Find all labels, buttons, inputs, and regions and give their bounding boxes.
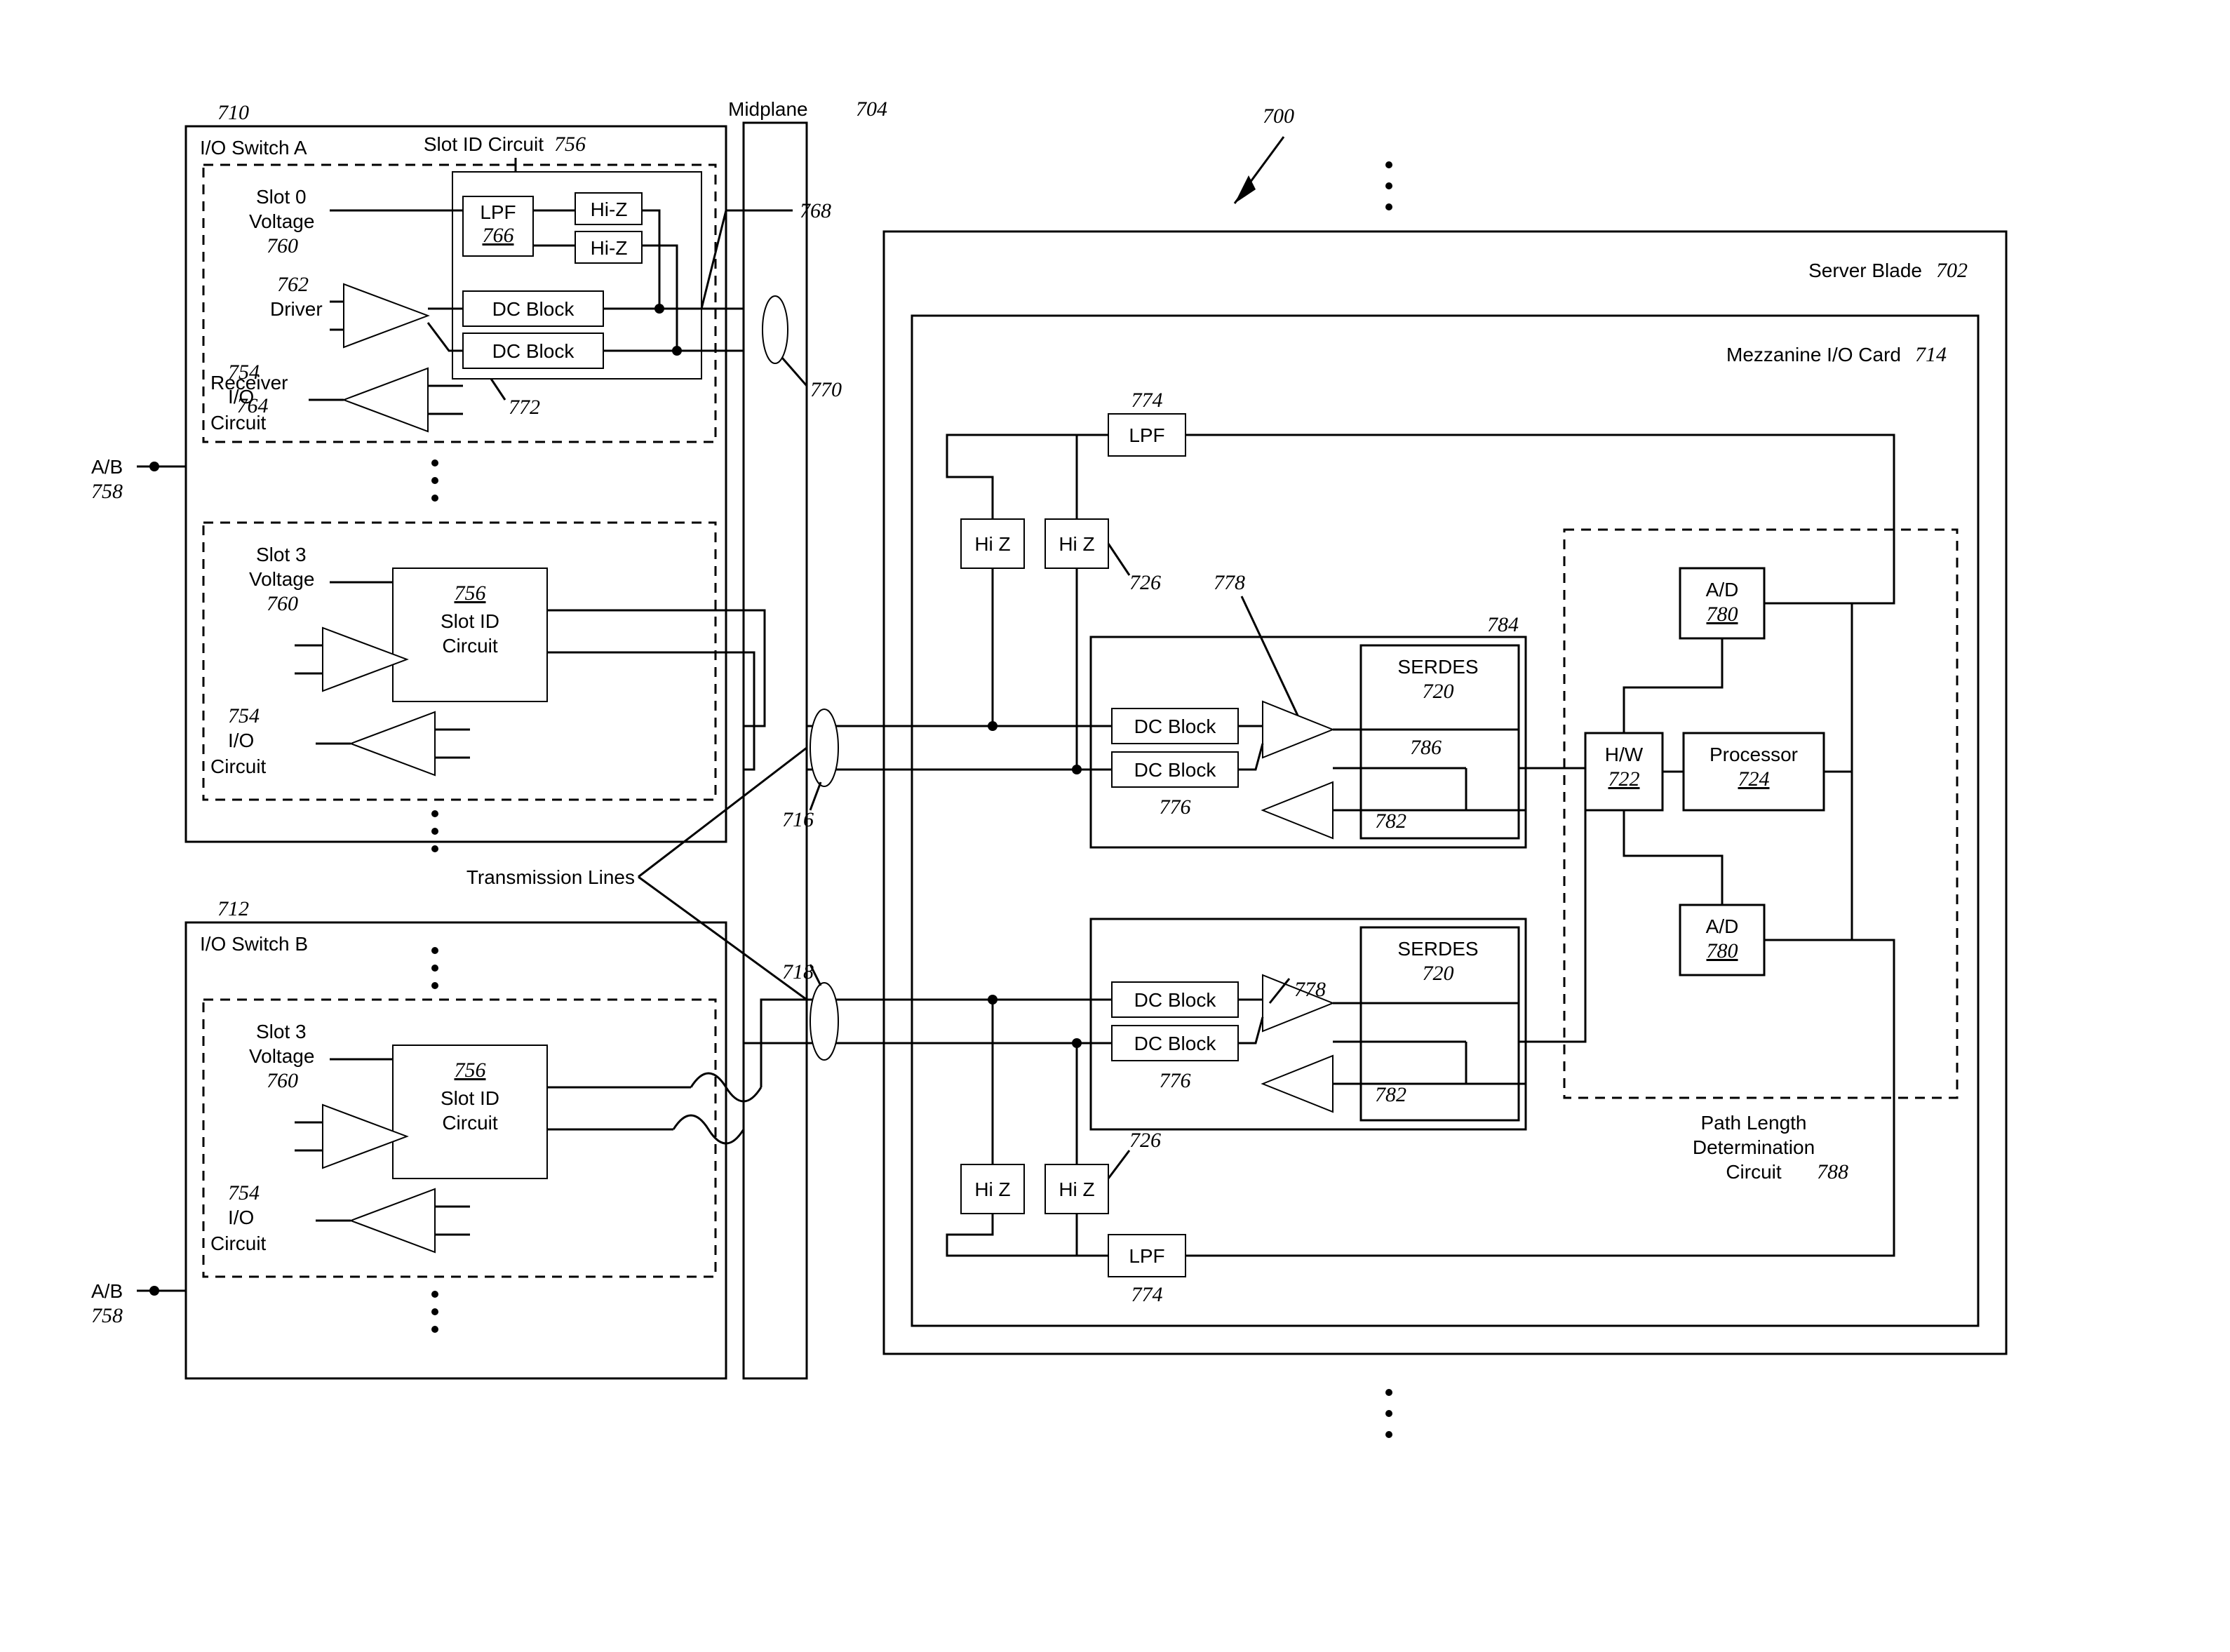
tl-716-oval <box>810 709 838 786</box>
hw-label: H/W <box>1605 744 1644 765</box>
ab-b-label: A/B <box>91 1280 123 1302</box>
top-dots <box>1385 161 1392 210</box>
serdes-top-rx-ref: 778 <box>1214 571 1245 594</box>
ad-bot-label: A/D <box>1706 915 1739 937</box>
slot0-volt-l2: Voltage <box>249 210 314 232</box>
hw-ref: 722 <box>1608 767 1640 791</box>
serdes-bot-tx-ref: 782 <box>1375 1083 1406 1106</box>
tl-770-ref: 770 <box>810 378 842 401</box>
midplane-ref: 704 <box>856 98 887 121</box>
slot3a-volt-l1: Slot 3 <box>256 544 307 565</box>
iocirc-3b-ref: 754 <box>228 1181 260 1204</box>
slot3b-sic-l1: Slot ID <box>441 1087 499 1109</box>
path-len-l2: Determination <box>1693 1136 1815 1158</box>
dcblock-top-ref: 776 <box>1160 795 1191 819</box>
dcblock-bot-b-label: DC Block <box>1134 1033 1217 1054</box>
dcblock-bot-ref: 776 <box>1160 1069 1191 1092</box>
slot0-dc-a-label: DC Block <box>492 298 575 320</box>
lpf-top-ref: 774 <box>1131 389 1163 412</box>
iocirc-a-ref: 754 <box>228 361 260 384</box>
iocirc-a-l1: I/O <box>228 386 254 408</box>
iosw-b-label: I/O Switch B <box>200 933 308 955</box>
hiz-bot-ref: 726 <box>1129 1129 1161 1152</box>
driver-ref: 762 <box>277 273 309 296</box>
iocirc-a-l2: Circuit <box>210 412 267 434</box>
ab-a-label: A/B <box>91 456 123 478</box>
iocirc-3b-l1: I/O <box>228 1207 254 1228</box>
serdes-top-label: SERDES <box>1397 656 1478 678</box>
slot3a-sic-l1: Slot ID <box>441 610 499 632</box>
serdes-bot-rx-ref: 778 <box>1294 978 1326 1001</box>
server-blade-label: Server Blade <box>1808 260 1922 281</box>
serdes-top-786: 786 <box>1410 736 1442 759</box>
path-len-l1: Path Length <box>1700 1112 1806 1134</box>
slot0-hiz-b-label: Hi-Z <box>591 237 628 259</box>
ad-bot-ref: 780 <box>1707 939 1738 962</box>
midplane-label: Midplane <box>728 98 808 120</box>
tl-718-ref: 718 <box>782 960 814 983</box>
iosw-a-label: I/O Switch A <box>200 137 307 159</box>
ad-top-label: A/D <box>1706 579 1739 600</box>
hiz-top-b-label: Hi Z <box>1059 533 1094 555</box>
tl-718-oval <box>810 983 838 1060</box>
slot3a-sic-ref: 756 <box>455 582 486 605</box>
ab-b-ref: 758 <box>91 1304 123 1327</box>
serdes-top-ref: 720 <box>1423 680 1454 703</box>
slot3b-volt-l2: Voltage <box>249 1045 314 1067</box>
serdes-bot-label: SERDES <box>1397 938 1478 960</box>
slot0-lpf-ref: 766 <box>483 224 514 247</box>
iocirc-3a-ref: 754 <box>228 704 260 727</box>
slot3a-sic-l2: Circuit <box>442 635 498 657</box>
hiz-bot-b-label: Hi Z <box>1059 1178 1094 1200</box>
iocirc-3a-l2: Circuit <box>210 756 267 777</box>
dcblock-top-b-label: DC Block <box>1134 759 1217 781</box>
bot-dots <box>1385 1389 1392 1438</box>
dcblock-top-a-label: DC Block <box>1134 716 1217 737</box>
iosw-a-top-ref: 710 <box>217 101 249 124</box>
serdes-top-tx-ref: 782 <box>1375 810 1406 833</box>
server-blade-ref: 702 <box>1936 259 1968 282</box>
lpf-bot-label: LPF <box>1129 1245 1164 1267</box>
ab-a-ref: 758 <box>91 480 123 503</box>
hiz-top-ref: 726 <box>1129 571 1161 594</box>
serdes-top-784: 784 <box>1487 613 1519 636</box>
slot3b-sic-l2: Circuit <box>442 1112 498 1134</box>
slot3a-volt-ref: 760 <box>267 592 298 615</box>
iosw-b-top-ref: 712 <box>217 897 249 920</box>
tl-label: Transmission Lines <box>466 866 635 888</box>
slot0-pair-oval <box>763 296 788 363</box>
slot3a-volt-l2: Voltage <box>249 568 314 590</box>
serdes-bot-ref: 720 <box>1423 962 1454 985</box>
slot0-sic-ref: 756 <box>554 133 586 156</box>
iocirc-3a-l1: I/O <box>228 730 254 751</box>
slot0-lpf-label: LPF <box>480 201 516 223</box>
slot0-sic-label: Slot ID Circuit <box>424 133 544 155</box>
slot0-volt-ref: 760 <box>267 234 298 257</box>
ad-top-ref: 780 <box>1707 603 1738 626</box>
slot0-hiz-a-label: Hi-Z <box>591 199 628 220</box>
slot3b-volt-ref: 760 <box>267 1069 298 1092</box>
path-len-l3: Circuit <box>1726 1161 1782 1183</box>
system-ref: 700 <box>1263 105 1294 128</box>
slot3b-sic-ref: 756 <box>455 1059 486 1082</box>
dcblock-bot-a-label: DC Block <box>1134 989 1217 1011</box>
slot0-dc-b-label: DC Block <box>492 340 575 362</box>
slot0-volt-l1: Slot 0 <box>256 186 307 208</box>
tl-716-ref: 716 <box>782 808 814 831</box>
hiz-top-a-label: Hi Z <box>974 533 1010 555</box>
iocirc-3b-l2: Circuit <box>210 1233 267 1254</box>
mezz-card-ref: 714 <box>1915 343 1947 366</box>
mezz-card-label: Mezzanine I/O Card <box>1726 344 1901 365</box>
hiz-bot-a-label: Hi Z <box>974 1178 1010 1200</box>
processor-label: Processor <box>1710 744 1798 765</box>
driver-label: Driver <box>270 298 323 320</box>
lpf-top-label: LPF <box>1129 424 1164 446</box>
slot0-dc-ref: 772 <box>509 396 540 419</box>
lpf-bot-ref: 774 <box>1131 1283 1163 1306</box>
processor-ref: 724 <box>1738 767 1770 791</box>
slot3b-volt-l1: Slot 3 <box>256 1021 307 1042</box>
tl-768-ref: 768 <box>800 199 831 222</box>
path-len-ref: 788 <box>1817 1160 1848 1183</box>
